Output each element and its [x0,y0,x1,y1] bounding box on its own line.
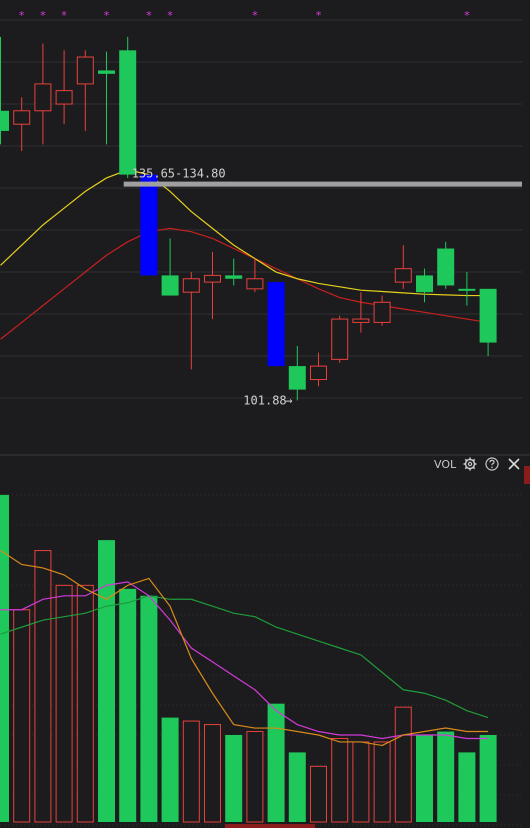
volume-ma-green-line [0,595,489,719]
volume-bar [55,584,73,823]
event-marker-icon: * [464,9,471,22]
volume-ma-magenta-line [0,581,489,740]
volume-bar [246,731,264,823]
axis-marker [524,466,530,484]
candle-body [394,268,412,283]
event-marker-icon: * [315,9,322,22]
volume-bar [76,584,94,823]
candle-body [98,70,115,74]
candle-body [331,318,349,360]
candle-body [182,278,200,293]
event-marker-icon: * [146,9,153,22]
vol-indicator-label[interactable]: VOL [434,458,456,471]
volume-bar [479,735,497,822]
candle-body [373,301,391,323]
volume-bar [394,706,412,823]
ma-fast-line [0,169,489,297]
candle-body [55,90,73,105]
volume-bar [416,735,433,822]
close-icon[interactable] [506,456,522,472]
volume-bar [182,720,200,823]
low-label: 101.88 [243,393,286,407]
candle-body [34,83,52,112]
low-arrow-icon: → [285,393,292,407]
volume-bar [267,703,285,822]
event-marker-icon: * [61,9,68,22]
event-marker-icon: * [103,9,110,22]
candle-body [140,174,158,276]
candle-body [437,248,455,286]
band-label: 135.65-134.80 [132,167,226,181]
volume-toolbar: VOL [434,455,522,473]
event-marker-icon: * [167,9,174,22]
volume-bar [0,494,9,822]
ma-slow-line [0,227,489,340]
candle-body [0,110,9,131]
candle-body [76,56,94,85]
stock-chart: *********135.65-134.80153.79→101.88→ [0,9,530,828]
candle-body [225,275,243,279]
question-icon[interactable] [484,456,500,472]
volume-bar [458,752,476,822]
candle-body [246,278,264,290]
volume-bar [204,724,221,823]
event-marker-icon: * [18,9,25,22]
volume-bar [225,735,243,822]
candle-body [352,318,370,323]
volume-ma-orange-line [0,550,489,747]
volume-bar [13,609,31,823]
volume-bar [373,741,391,823]
candle-body [161,275,179,296]
candle-body [13,110,31,125]
volume-bar [98,540,115,822]
volume-bar [140,595,158,822]
volume-bar [288,752,306,822]
candle-body [267,282,285,367]
candle-body [204,274,221,283]
candle-body [119,50,137,175]
candle-body [479,288,497,343]
volume-bar [352,741,370,823]
gear-icon[interactable] [462,456,478,472]
volume-bar [161,717,179,822]
volume-bar [119,588,137,822]
candle-body [416,275,433,293]
candle-body [310,365,327,381]
volume-bar [34,550,52,823]
volume-bar [331,737,349,823]
candle-body [458,288,476,291]
candle-body [288,366,306,390]
event-marker-icon: * [252,9,259,22]
volume-bar [310,765,327,823]
resistance-band [123,181,522,187]
time-axis-marker [225,824,315,828]
event-marker-icon: * [40,9,47,22]
volume-bar [437,731,455,822]
